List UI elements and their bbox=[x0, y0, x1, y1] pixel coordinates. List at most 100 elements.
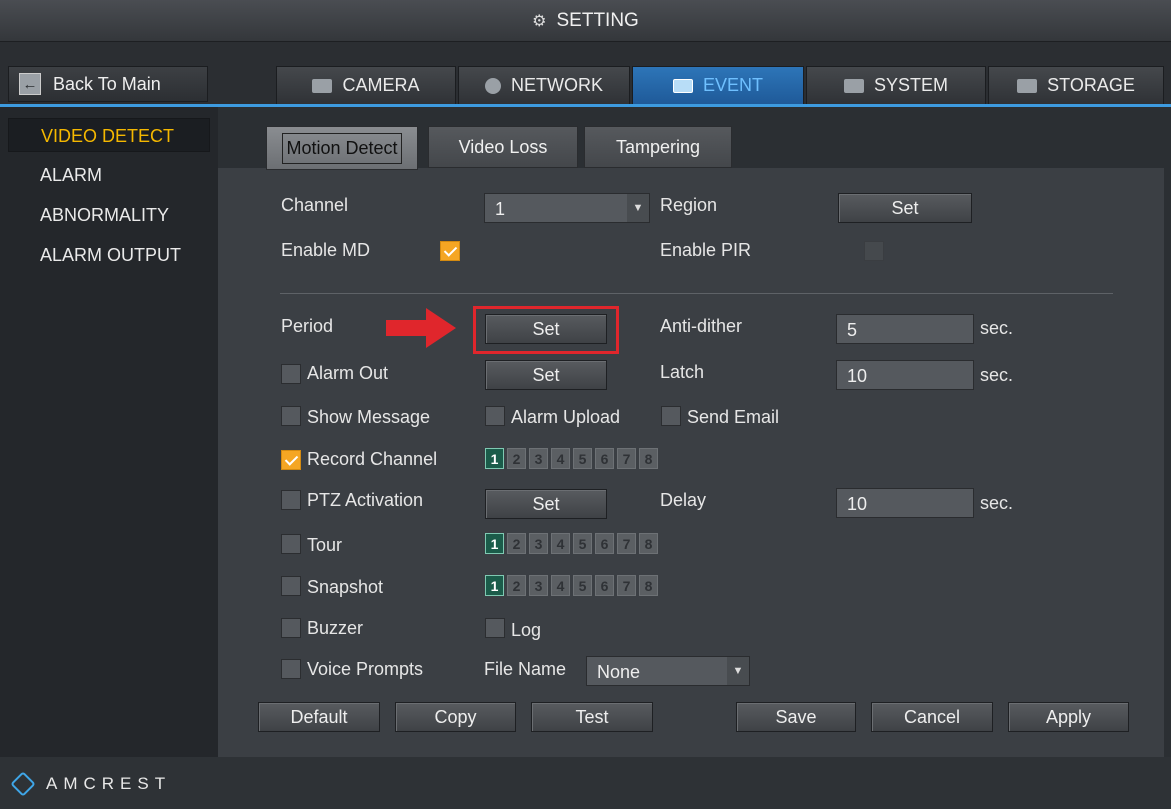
anti-dither-input[interactable]: 5 bbox=[836, 314, 974, 344]
record-channel-6[interactable]: 6 bbox=[595, 448, 614, 469]
title-bar: ⚙ SETTING bbox=[0, 0, 1171, 42]
record-channel-2[interactable]: 2 bbox=[507, 448, 526, 469]
enable-md-label: Enable MD bbox=[281, 240, 371, 260]
record-channel-1[interactable]: 1 bbox=[485, 448, 504, 469]
ptz-activation-checkbox[interactable] bbox=[281, 490, 301, 510]
tab-video-loss[interactable]: Video Loss bbox=[428, 126, 578, 168]
delay-input[interactable]: 10 bbox=[836, 488, 974, 518]
period-set-button[interactable]: Set bbox=[485, 314, 607, 344]
ptz-set-button[interactable]: Set bbox=[485, 489, 607, 519]
tab-camera[interactable]: CAMERA bbox=[276, 66, 456, 104]
back-to-main-button[interactable]: ← Back To Main bbox=[8, 66, 208, 102]
snapshot-channel-5[interactable]: 5 bbox=[573, 575, 592, 596]
voice-prompts-checkbox[interactable] bbox=[281, 659, 301, 679]
latch-label: Latch bbox=[660, 362, 705, 382]
enable-md-checkbox[interactable] bbox=[440, 241, 460, 261]
tour-channel-selector: 1 2 3 4 5 6 7 8 bbox=[485, 533, 661, 555]
snapshot-channel-1[interactable]: 1 bbox=[485, 575, 504, 596]
buzzer-label: Buzzer bbox=[307, 618, 364, 638]
snapshot-channel-7[interactable]: 7 bbox=[617, 575, 636, 596]
channel-select[interactable]: 1 ▼ bbox=[484, 193, 650, 223]
chevron-down-icon: ▼ bbox=[727, 657, 749, 685]
log-checkbox[interactable] bbox=[485, 618, 505, 638]
footer bbox=[0, 757, 1171, 809]
voice-prompts-label: Voice Prompts bbox=[307, 659, 424, 679]
tab-motion-detect[interactable]: Motion Detect bbox=[266, 126, 418, 170]
test-button[interactable]: Test bbox=[531, 702, 653, 732]
alarm-upload-checkbox[interactable] bbox=[485, 406, 505, 426]
snapshot-channel-8[interactable]: 8 bbox=[639, 575, 658, 596]
snapshot-channel-3[interactable]: 3 bbox=[529, 575, 548, 596]
file-name-label: File Name bbox=[484, 659, 567, 679]
page-title: SETTING bbox=[556, 9, 639, 31]
sidebar-item-alarm[interactable]: ALARM bbox=[8, 158, 210, 192]
latch-input[interactable]: 10 bbox=[836, 360, 974, 390]
latch-unit: sec. bbox=[980, 365, 1014, 385]
divider bbox=[280, 293, 1113, 294]
brand-name: AMCREST bbox=[46, 774, 172, 793]
tour-channel-3[interactable]: 3 bbox=[529, 533, 548, 554]
tab-tampering[interactable]: Tampering bbox=[584, 126, 732, 168]
tour-channel-8[interactable]: 8 bbox=[639, 533, 658, 554]
default-button[interactable]: Default bbox=[258, 702, 380, 732]
red-arrow-icon bbox=[386, 308, 456, 348]
channel-value: 1 bbox=[495, 199, 506, 219]
save-button[interactable]: Save bbox=[736, 702, 856, 732]
snapshot-channel-2[interactable]: 2 bbox=[507, 575, 526, 596]
tab-motion-detect-label: Motion Detect bbox=[282, 132, 402, 164]
tab-system[interactable]: SYSTEM bbox=[806, 66, 986, 104]
buzzer-checkbox[interactable] bbox=[281, 618, 301, 638]
chevron-down-icon: ▼ bbox=[627, 194, 649, 222]
record-channel-5[interactable]: 5 bbox=[573, 448, 592, 469]
record-channel-7[interactable]: 7 bbox=[617, 448, 636, 469]
snapshot-label: Snapshot bbox=[307, 577, 384, 597]
region-set-button[interactable]: Set bbox=[838, 193, 972, 223]
tab-event-label: EVENT bbox=[702, 75, 763, 95]
tour-channel-6[interactable]: 6 bbox=[595, 533, 614, 554]
tab-system-label: SYSTEM bbox=[873, 75, 948, 95]
cancel-button[interactable]: Cancel bbox=[871, 702, 993, 732]
tour-channel-7[interactable]: 7 bbox=[617, 533, 636, 554]
tour-channel-4[interactable]: 4 bbox=[551, 533, 570, 554]
alarm-out-checkbox[interactable] bbox=[281, 364, 301, 384]
record-channel-checkbox[interactable] bbox=[281, 450, 301, 470]
tour-channel-2[interactable]: 2 bbox=[507, 533, 526, 554]
gear-icon: ⚙ bbox=[532, 12, 547, 30]
tab-storage-label: STORAGE bbox=[1047, 75, 1135, 95]
tab-storage[interactable]: STORAGE bbox=[988, 66, 1164, 104]
sidebar-item-alarm-output[interactable]: ALARM OUTPUT bbox=[8, 238, 210, 272]
record-channel-8[interactable]: 8 bbox=[639, 448, 658, 469]
brand-logo: AMCREST bbox=[10, 771, 172, 797]
globe-icon bbox=[485, 77, 501, 94]
apply-button[interactable]: Apply bbox=[1008, 702, 1129, 732]
send-email-label: Send Email bbox=[687, 407, 780, 427]
enable-pir-label: Enable PIR bbox=[660, 240, 752, 260]
event-icon bbox=[672, 78, 693, 93]
logo-icon bbox=[10, 771, 36, 797]
anti-dither-label: Anti-dither bbox=[660, 316, 743, 336]
enable-pir-checkbox[interactable] bbox=[864, 241, 884, 261]
alarm-out-label: Alarm Out bbox=[307, 363, 389, 383]
tour-channel-1[interactable]: 1 bbox=[485, 533, 504, 554]
alarm-out-set-button[interactable]: Set bbox=[485, 360, 607, 390]
storage-icon bbox=[1017, 78, 1038, 93]
record-channel-label: Record Channel bbox=[307, 449, 438, 469]
snapshot-checkbox[interactable] bbox=[281, 576, 301, 596]
tour-checkbox[interactable] bbox=[281, 534, 301, 554]
tab-event[interactable]: EVENT bbox=[632, 66, 804, 104]
snapshot-channel-6[interactable]: 6 bbox=[595, 575, 614, 596]
sidebar-item-video-detect[interactable]: VIDEO DETECT bbox=[8, 118, 210, 152]
send-email-checkbox[interactable] bbox=[661, 406, 681, 426]
file-name-select[interactable]: None ▼ bbox=[586, 656, 750, 686]
tour-channel-5[interactable]: 5 bbox=[573, 533, 592, 554]
record-channel-4[interactable]: 4 bbox=[551, 448, 570, 469]
copy-button[interactable]: Copy bbox=[395, 702, 516, 732]
tab-network[interactable]: NETWORK bbox=[458, 66, 630, 104]
snapshot-channel-4[interactable]: 4 bbox=[551, 575, 570, 596]
sidebar-item-abnormality[interactable]: ABNORMALITY bbox=[8, 198, 210, 232]
show-message-label: Show Message bbox=[307, 407, 431, 427]
camera-icon bbox=[312, 78, 333, 93]
show-message-checkbox[interactable] bbox=[281, 406, 301, 426]
back-label: Back To Main bbox=[53, 73, 161, 94]
record-channel-3[interactable]: 3 bbox=[529, 448, 548, 469]
